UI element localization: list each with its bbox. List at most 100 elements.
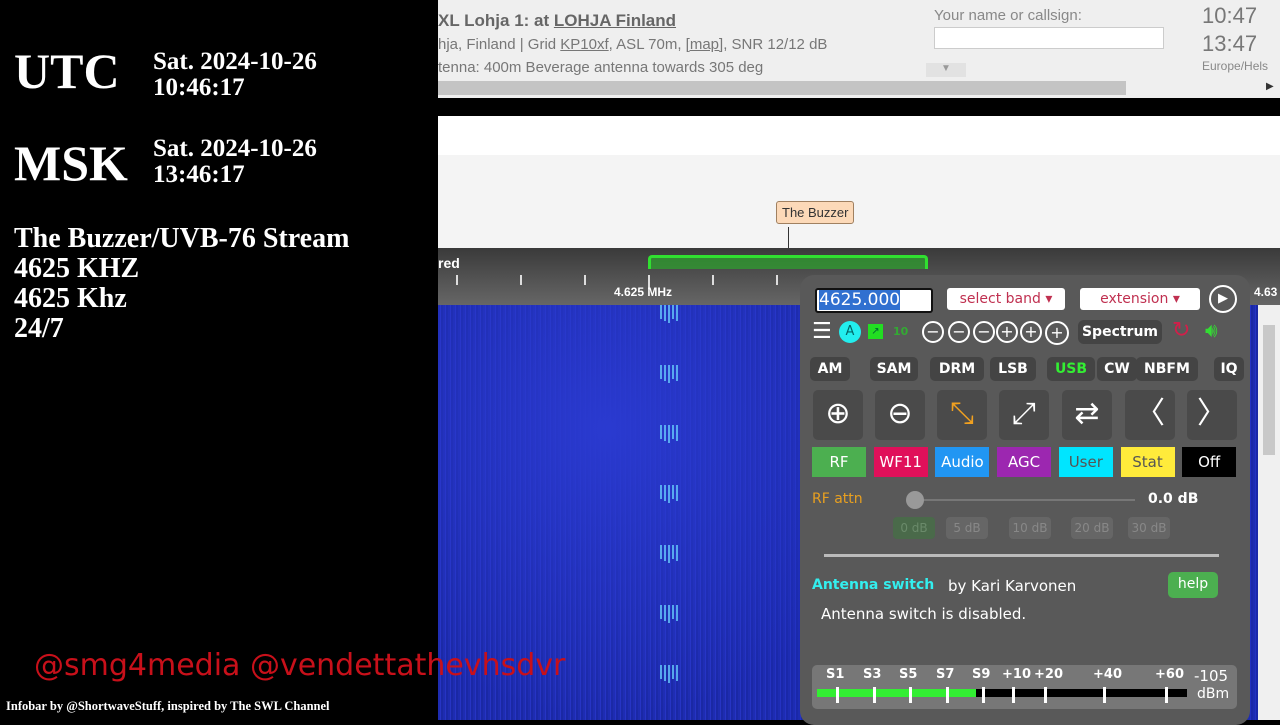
signal-trace xyxy=(668,605,670,623)
info-line: 4625 KHZ xyxy=(14,253,140,284)
location-link[interactable]: LOHJA Finland xyxy=(554,11,676,30)
text: hja, Finland | Grid xyxy=(438,36,561,53)
vertical-scrollbar[interactable] xyxy=(1258,305,1280,720)
signal-trace xyxy=(660,545,662,559)
tick xyxy=(456,275,458,285)
compress-icon[interactable]: ⤡ xyxy=(937,390,987,440)
mode-sam-button[interactable]: SAM xyxy=(870,357,918,381)
signal-trace xyxy=(672,485,674,499)
tab-rf[interactable]: RF xyxy=(812,447,866,477)
attn-0-button[interactable]: 0 dB xyxy=(893,517,935,539)
zoom-out-small-icon[interactable]: − xyxy=(973,321,995,343)
signal-trace xyxy=(672,305,674,319)
tab-user[interactable]: User xyxy=(1058,447,1113,477)
divider xyxy=(438,98,1280,116)
passband[interactable] xyxy=(648,255,928,269)
extension-select[interactable]: extension ▾ xyxy=(1080,288,1200,310)
spectrum-button[interactable]: Spectrum xyxy=(1078,320,1162,344)
control-panel: 4625.000 select band ▾ extension ▾ ▶ ☰ A… xyxy=(800,275,1250,725)
mode-cw-button[interactable]: CW xyxy=(1097,357,1137,381)
zoom-level: 10 xyxy=(893,325,909,338)
attn-3-button[interactable]: 20 dB xyxy=(1071,517,1113,539)
signal-trace xyxy=(664,305,666,321)
dx-label-the-buzzer[interactable]: The Buzzer xyxy=(776,201,855,224)
callsign-input[interactable] xyxy=(934,27,1164,49)
rf-attn-slider[interactable] xyxy=(906,491,1135,509)
expand-icon[interactable]: ↗ xyxy=(868,324,883,339)
s-meter: S1 S3 S5 S7 S9 +10 +20 +40 +60 -105 dBm xyxy=(812,665,1237,709)
attn-1-button[interactable]: 5 dB xyxy=(946,517,988,539)
signal-trace xyxy=(668,365,670,383)
signal-trace xyxy=(664,485,666,501)
menu-icon[interactable]: ☰ xyxy=(812,321,832,343)
receiver-header: XL Lohja 1: at LOHJA Finland hja, Finlan… xyxy=(438,0,1280,98)
attn-4-button[interactable]: 30 dB xyxy=(1128,517,1170,539)
map-link[interactable]: [map] xyxy=(686,36,724,53)
s-meter-tick xyxy=(1012,687,1015,703)
antenna-author: by Kari Karvonen xyxy=(948,577,1077,595)
zoom-out-max-icon[interactable]: − xyxy=(922,321,944,343)
tab-off[interactable]: Off xyxy=(1182,447,1237,477)
antenna-description: tenna: 400m Beverage antenna towards 305… xyxy=(438,59,764,76)
zoom-out-icon[interactable]: ⊖ xyxy=(875,390,925,440)
scale-left-label: red xyxy=(438,255,460,271)
auto-icon[interactable]: A xyxy=(839,321,861,343)
play-icon[interactable]: ▶ xyxy=(1209,285,1237,313)
tz-utc: UTC xyxy=(14,43,120,99)
zoom-in-icon[interactable]: + xyxy=(1020,321,1042,343)
signal-trace xyxy=(676,305,678,321)
s-meter-tick xyxy=(909,687,912,703)
frequency-input[interactable]: 4625.000 xyxy=(815,288,933,313)
attn-2-button[interactable]: 10 dB xyxy=(1009,517,1051,539)
zoom-in-icon[interactable]: ⊕ xyxy=(813,390,863,440)
expand-icon[interactable]: ⤢ xyxy=(999,390,1049,440)
help-button[interactable]: help xyxy=(1168,572,1218,598)
speaker-icon[interactable]: 🔊︎ xyxy=(1205,318,1218,342)
signal-trace xyxy=(676,365,678,381)
mode-am-button[interactable]: AM xyxy=(810,357,850,381)
zoom-out-icon[interactable]: − xyxy=(948,321,970,343)
tick xyxy=(712,275,714,285)
band-select[interactable]: select band ▾ xyxy=(947,288,1065,310)
signal-trace xyxy=(676,425,678,441)
mode-nbfm-button[interactable]: NBFM xyxy=(1136,357,1198,381)
mode-drm-button[interactable]: DRM xyxy=(930,357,984,381)
tab-agc[interactable]: AGC xyxy=(997,447,1052,477)
zoom-in-max-icon[interactable]: + xyxy=(1045,321,1069,345)
tab-stat[interactable]: Stat xyxy=(1120,447,1175,477)
s-meter-label: S3 xyxy=(863,667,882,682)
s-meter-tick xyxy=(1044,687,1047,703)
signal-trace xyxy=(672,605,674,619)
social-handles: @smg4media @vendettathevhsdvr xyxy=(34,648,566,683)
slider-knob[interactable] xyxy=(906,491,924,509)
swap-icon[interactable]: ⇄ xyxy=(1062,390,1112,440)
signal-trace xyxy=(660,665,662,679)
signal-trace xyxy=(664,665,666,681)
divider xyxy=(824,554,1219,557)
s-meter-tick xyxy=(836,687,839,703)
zoom-in-small-icon[interactable]: + xyxy=(996,321,1018,343)
s-meter-label: S5 xyxy=(899,667,918,682)
signal-trace xyxy=(676,665,678,681)
tick xyxy=(776,275,778,285)
antenna-switch-title: Antenna switch xyxy=(812,577,935,593)
s-meter-label: S9 xyxy=(972,667,991,682)
tab-wf11[interactable]: WF11 xyxy=(873,447,928,477)
signal-trace xyxy=(676,605,678,621)
signal-trace xyxy=(668,425,670,443)
mode-iq-button[interactable]: IQ xyxy=(1214,357,1244,381)
mode-usb-button[interactable]: USB xyxy=(1047,357,1095,381)
signal-trace xyxy=(668,485,670,503)
step-forward-icon[interactable]: 〉 xyxy=(1187,390,1237,440)
expand-header-button[interactable]: ▼ xyxy=(926,63,966,77)
step-back-icon[interactable]: 〈 xyxy=(1125,390,1175,440)
signal-trace xyxy=(668,665,670,683)
horizontal-scrollbar[interactable] xyxy=(438,81,1126,95)
refresh-icon[interactable]: ↻ xyxy=(1172,318,1190,343)
scrollbar-thumb[interactable] xyxy=(1263,325,1275,455)
mode-lsb-button[interactable]: LSB xyxy=(990,357,1036,381)
s-meter-fill xyxy=(817,689,976,697)
scroll-right-arrow[interactable]: ▶ xyxy=(1266,81,1274,92)
grid-link[interactable]: KP10xf xyxy=(560,36,608,53)
tab-audio[interactable]: Audio xyxy=(935,447,990,477)
